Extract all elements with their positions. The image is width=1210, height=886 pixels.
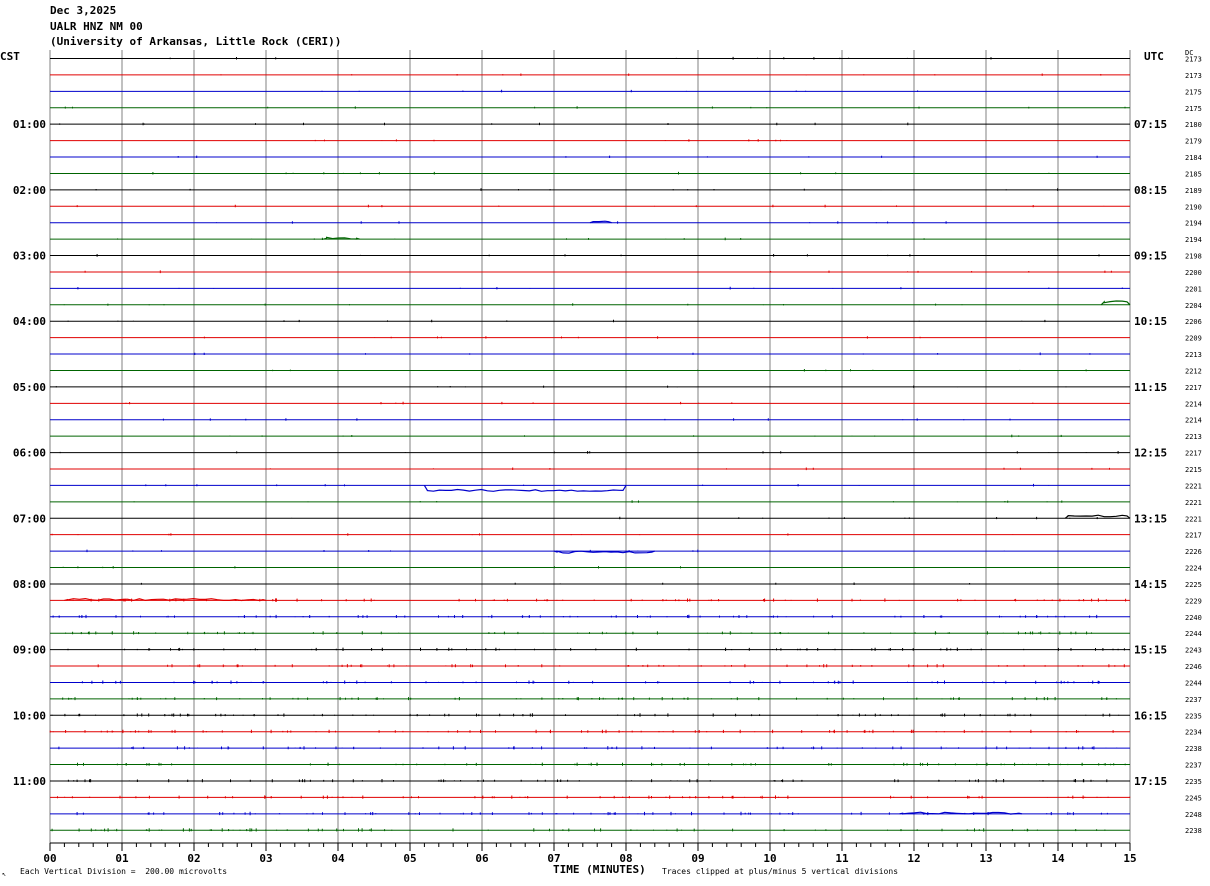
dc-offset-label: 2238 — [1185, 827, 1202, 835]
dc-offset-label: 2240 — [1185, 614, 1202, 622]
dc-offset-label: 2179 — [1185, 138, 1202, 146]
utc-hour-label: 14:15 — [1134, 578, 1167, 591]
dc-offset-label: 2212 — [1185, 367, 1202, 375]
utc-hour-label: 07:15 — [1134, 118, 1167, 131]
utc-hour-label: 09:15 — [1134, 250, 1167, 263]
x-tick-label: 09 — [691, 852, 704, 865]
x-tick-label: 06 — [475, 852, 489, 865]
dc-offset-label: 2189 — [1185, 187, 1202, 195]
utc-hour-label: 11:15 — [1134, 381, 1167, 394]
cst-hour-label: 04:00 — [13, 315, 46, 328]
x-axis-label: TIME (MINUTES) — [553, 863, 646, 876]
dc-offset-label: 2224 — [1185, 565, 1202, 573]
x-tick-label: 14 — [1051, 852, 1065, 865]
dc-offset-label: 2175 — [1185, 88, 1202, 96]
utc-hour-label: 17:15 — [1134, 775, 1167, 788]
x-tick-label: 13 — [979, 852, 992, 865]
dc-offset-label: 2238 — [1185, 745, 1202, 753]
x-tick-label: 15 — [1123, 852, 1136, 865]
dc-offset-label: 2244 — [1185, 630, 1202, 638]
x-tick-label: 02 — [187, 852, 200, 865]
dc-offset-label: 2217 — [1185, 450, 1202, 458]
dc-offset-label: 2235 — [1185, 778, 1202, 786]
cst-hour-label: 10:00 — [13, 709, 46, 722]
cst-hour-label: 02:00 — [13, 184, 46, 197]
dc-offset-label: 2185 — [1185, 170, 1202, 178]
utc-hour-label: 13:15 — [1134, 512, 1167, 525]
x-tick-label: 00 — [43, 852, 56, 865]
utc-hour-label: 16:15 — [1134, 709, 1167, 722]
dc-offset-label: 2234 — [1185, 729, 1202, 737]
x-tick-label: 11 — [835, 852, 849, 865]
dc-offset-label: 2213 — [1185, 351, 1202, 359]
clip-note: Traces clipped at plus/minus 5 vertical … — [662, 867, 899, 876]
dc-offset-label: 2215 — [1185, 466, 1202, 474]
dc-offset-label: 2194 — [1185, 236, 1202, 244]
x-tick-label: 12 — [907, 852, 920, 865]
cst-hour-label: 07:00 — [13, 512, 46, 525]
dc-offset-label: 2173 — [1185, 56, 1202, 64]
dc-offset-label: 2209 — [1185, 335, 1202, 343]
cst-hour-label: 06:00 — [13, 447, 46, 460]
dc-offset-label: 2200 — [1185, 269, 1202, 277]
x-tick-label: 10 — [763, 852, 776, 865]
dc-offset-label: 2198 — [1185, 253, 1202, 261]
x-tick-label: 01 — [115, 852, 129, 865]
dc-offset-label: 2229 — [1185, 597, 1202, 605]
utc-hour-label: 12:15 — [1134, 447, 1167, 460]
dc-offset-label: 2204 — [1185, 302, 1202, 310]
corner-marker: ↖ — [2, 870, 7, 878]
utc-hour-label: 08:15 — [1134, 184, 1167, 197]
cst-hour-label: 09:00 — [13, 644, 46, 657]
dc-offset-label: 2194 — [1185, 220, 1202, 228]
helicorder-plot: 01:00 02:00 03:00 04:00 05:00 06:00 07:00 08:00… — [13, 50, 1202, 865]
dc-offset-label: 2201 — [1185, 285, 1202, 293]
cst-hour-label: 05:00 — [13, 381, 46, 394]
dc-offset-label: 2225 — [1185, 581, 1202, 589]
dc-offset-label: 2173 — [1185, 72, 1202, 80]
trace-event — [423, 485, 627, 492]
dc-offset-label: 2206 — [1185, 318, 1202, 326]
dc-offset-label: 2221 — [1185, 482, 1202, 490]
cst-hour-label: 03:00 — [13, 250, 46, 263]
cst-hour-label: 08:00 — [13, 578, 46, 591]
dc-offset-label: 2175 — [1185, 105, 1202, 113]
x-tick-label: 04 — [331, 852, 345, 865]
dc-offset-label: 2237 — [1185, 696, 1202, 704]
dc-offset-label: 2214 — [1185, 417, 1202, 425]
dc-offset-label: 2243 — [1185, 647, 1202, 655]
dc-offset-label: 2245 — [1185, 794, 1202, 802]
vertical-division-note: Each Vertical Division = 200.00 microvol… — [20, 867, 228, 876]
dc-offset-label: 2248 — [1185, 811, 1202, 819]
dc-offset-label: 2180 — [1185, 121, 1202, 129]
dc-offset-label: 2235 — [1185, 712, 1202, 720]
dc-offset-label: 2237 — [1185, 762, 1202, 770]
dc-offset-label: 2221 — [1185, 515, 1202, 523]
cst-hour-label: 11:00 — [13, 775, 46, 788]
dc-offset-label: 2217 — [1185, 532, 1202, 540]
cst-hour-label: 01:00 — [13, 118, 46, 131]
dc-offset-label: 2244 — [1185, 679, 1202, 687]
x-tick-label: 05 — [403, 852, 416, 865]
dc-offset-label: 2217 — [1185, 384, 1202, 392]
utc-hour-label: 10:15 — [1134, 315, 1167, 328]
dc-offset-label: 2246 — [1185, 663, 1202, 671]
x-tick-label: 03 — [259, 852, 272, 865]
dc-offset-label: 2184 — [1185, 154, 1202, 162]
utc-hour-label: 15:15 — [1134, 644, 1167, 657]
dc-offset-label: 2214 — [1185, 400, 1202, 408]
dc-offset-label: 2221 — [1185, 499, 1202, 507]
dc-offset-label: 2190 — [1185, 203, 1202, 211]
dc-offset-label: 2213 — [1185, 433, 1202, 441]
trace-event — [1100, 300, 1131, 306]
dc-offset-label: 2226 — [1185, 548, 1202, 556]
